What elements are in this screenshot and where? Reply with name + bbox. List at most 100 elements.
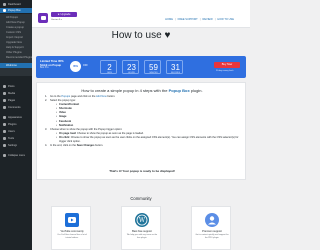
- instructions-card: How to create a simple popup in 4 steps …: [36, 82, 246, 180]
- card-description: Our YouTube channel has a lot of tutoria…: [57, 234, 87, 239]
- sidebar-item-plugins[interactable]: Plugins: [0, 122, 32, 127]
- support-agent-icon: [205, 213, 219, 227]
- sidebar-item-label: Settings: [8, 144, 18, 147]
- step-4-text: In the end, click on the Save Changes bu…: [50, 144, 104, 148]
- sidebar-item-label: Tools: [8, 137, 15, 140]
- countdown-seconds: 31 SECONDS: [166, 60, 183, 74]
- nav-free-support-link[interactable]: FREE SUPPORT: [178, 18, 198, 21]
- sidebar-item-label: Create a popup: [6, 26, 24, 29]
- free-support-card[interactable]: W Best free support We help you with any…: [121, 206, 161, 250]
- card-title: Premium support: [202, 230, 222, 233]
- instructions-title: How to create a simple popup in 4 steps …: [37, 88, 247, 93]
- instructions-title-suffix: plugin.: [190, 88, 203, 93]
- card-title: YouTube community: [60, 230, 84, 233]
- heart-icon: ♥: [164, 30, 171, 41]
- sidebar-item-label: Upgrade Now: [6, 41, 22, 44]
- sidebar-item-pages[interactable]: Pages: [0, 98, 32, 103]
- sidebar-item-label: Help & Support: [6, 46, 24, 49]
- trigger-option-item: • On click: Choose to show the popup as s…: [56, 135, 239, 144]
- menu-icon: [3, 85, 6, 88]
- menu-icon: [3, 116, 6, 119]
- popup-box-logo-icon: [38, 13, 48, 23]
- sale-promo-banner: Limited Time 35% SALE on Popup Box Pro 3…: [36, 56, 246, 78]
- sidebar-item-label: Import / Export: [6, 36, 24, 39]
- youtube-icon: [65, 213, 79, 227]
- add-new-link[interactable]: Add New: [96, 95, 107, 98]
- plugin-header: ★ Upgrade Version 3.x HOME | FREE SUPPOR…: [32, 0, 250, 28]
- buy-now-button[interactable]: Buy Now: [214, 62, 240, 68]
- menu-icon: [3, 3, 6, 6]
- countdown-minutes: 59 MINUTES: [144, 60, 161, 74]
- sidebar-item-settings[interactable]: Settings: [0, 143, 32, 148]
- menu-icon: [3, 106, 6, 109]
- countdown-days-label: DAYS: [107, 71, 112, 74]
- menu-icon: [3, 137, 6, 140]
- nav-how-to-use-link[interactable]: HOW TO USE: [217, 18, 234, 21]
- sidebar-item-media[interactable]: Media: [0, 91, 32, 96]
- page-title: How to use ♥: [32, 30, 250, 41]
- countdown-days: 2 DAYS: [100, 60, 117, 74]
- promo-headline-3: Box Pro: [40, 66, 49, 69]
- sidebar-item-label: Pages: [8, 99, 16, 102]
- admin-sidebar: Dashboard Popup Box All Popups Add New Popu…: [0, 0, 32, 250]
- menu-icon: [3, 123, 6, 126]
- countdown-seconds-value: 31: [171, 62, 180, 72]
- youtube-community-card[interactable]: YouTube community Our YouTube channel ha…: [51, 206, 91, 250]
- premium-support-card[interactable]: Premium support Get in contact quickly a…: [191, 206, 231, 250]
- countdown-hours: 23 HOURS: [122, 60, 139, 74]
- nav-home-link[interactable]: HOME: [165, 18, 173, 21]
- card-title: Best free support: [132, 230, 152, 233]
- nav-separator: |: [174, 18, 176, 21]
- nav-separator: |: [199, 18, 201, 21]
- instructions-title-text: How to create a simple popup in 4 steps …: [81, 88, 168, 93]
- sidebar-item-label: Dashboard: [8, 3, 21, 6]
- instruction-steps: 1. Go to the Popups page and click on th…: [45, 95, 241, 148]
- money-back-note: 30-day money back: [216, 70, 234, 72]
- discount-badge-text: 35%: [73, 64, 78, 68]
- sidebar-item-label: Custom CSS: [6, 31, 21, 34]
- discount-badge-off: OFF: [83, 64, 88, 67]
- nav-review-link[interactable]: REVIEW: [202, 18, 212, 21]
- sidebar-item-label: Comments: [8, 106, 21, 109]
- countdown-days-value: 2: [107, 62, 112, 72]
- countdown-minutes-value: 59: [149, 62, 158, 72]
- sidebar-item-label: Posts: [8, 85, 15, 88]
- sidebar-item-label: Users: [8, 130, 15, 133]
- menu-icon: [3, 144, 6, 147]
- step-4: 4. In the end, click on the Save Changes…: [45, 144, 241, 148]
- popups-page-link[interactable]: Popups: [61, 95, 70, 98]
- sidebar-item-appearance[interactable]: Appearance: [0, 115, 32, 120]
- discount-badge: 35%: [70, 61, 81, 72]
- sidebar-item-popup-box[interactable]: Popup Box: [0, 8, 32, 13]
- countdown-seconds-label: SECONDS: [171, 71, 180, 74]
- sidebar-item-dashboard[interactable]: Dashboard: [0, 2, 32, 7]
- sidebar-item-label: All Popups: [6, 16, 19, 19]
- sidebar-item-label: Plugins: [8, 123, 17, 126]
- community-heading: Community: [130, 196, 152, 201]
- sidebar-item-label: Media: [8, 92, 16, 95]
- sidebar-item-recommended-plugins[interactable]: Recommended Plugins: [0, 55, 32, 60]
- sidebar-item-posts[interactable]: Posts: [0, 84, 32, 89]
- version-label: Version 3.x: [51, 18, 62, 21]
- svg-text:W: W: [139, 217, 146, 224]
- sidebar-item-label: Collapse menu: [8, 154, 26, 157]
- sidebar-item-label: Appearance: [8, 116, 22, 119]
- card-description: We help you with any issue on the free p…: [126, 234, 158, 239]
- sidebar-item-label: Popup Box: [8, 9, 21, 12]
- sidebar-item-comments[interactable]: Comments: [0, 105, 32, 110]
- sidebar-item-label: Add New Popup: [6, 21, 25, 24]
- menu-icon: [3, 9, 6, 12]
- countdown-hours-value: 23: [127, 62, 136, 72]
- sidebar-item-collapse-menu[interactable]: Collapse menu: [0, 153, 32, 158]
- sidebar-item-tools[interactable]: Tools: [0, 136, 32, 141]
- page-title-text: How to use: [111, 30, 162, 41]
- instructions-title-plugin: Popup Box: [168, 88, 190, 93]
- card-description: Get in contact quickly and support for t…: [195, 234, 229, 239]
- menu-icon: [3, 154, 6, 157]
- menu-icon: [3, 92, 6, 95]
- countdown-minutes-label: MINUTES: [149, 71, 158, 74]
- countdown-hours-label: HOURS: [128, 71, 135, 74]
- sidebar-item-users[interactable]: Users: [0, 129, 32, 134]
- sidebar-item-welcome[interactable]: Welcome: [0, 63, 32, 68]
- upgrade-button[interactable]: ★ Upgrade: [51, 12, 77, 17]
